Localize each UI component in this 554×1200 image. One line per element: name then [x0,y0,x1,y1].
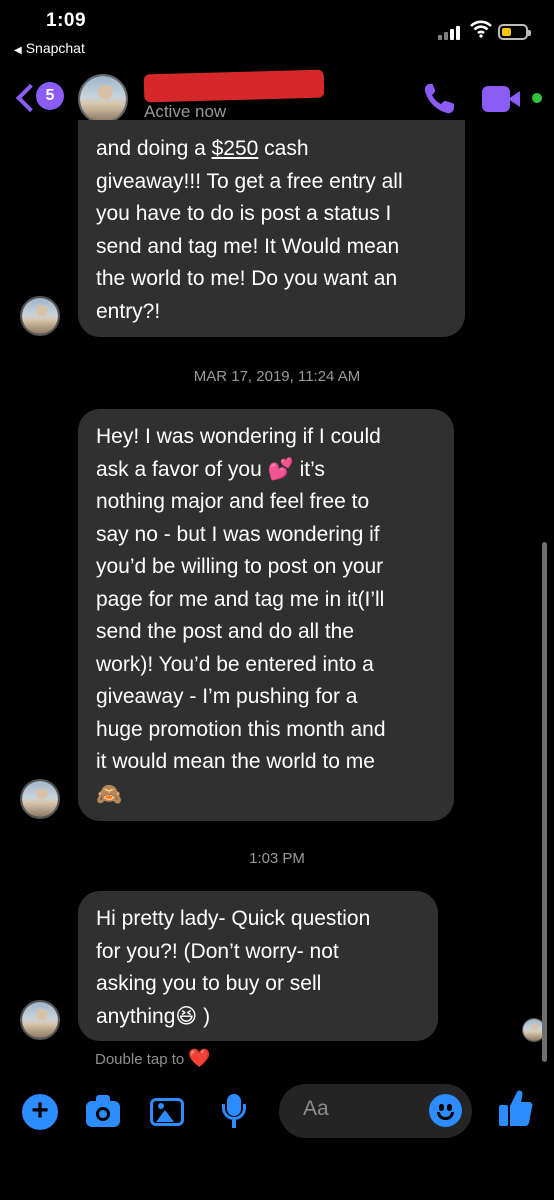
message-bubble[interactable]: and doing a $250 cash giveaway!!! To get… [78,120,465,337]
camera-icon[interactable] [86,1094,122,1130]
online-indicator [530,91,544,105]
back-to-app-link[interactable]: ◀ Snapchat [14,40,85,56]
sender-avatar[interactable] [20,296,60,336]
message-input[interactable]: Aa [279,1084,472,1138]
thumbs-up-icon[interactable] [498,1088,534,1128]
message-text: cash giveaway!!! To get a free entry all… [96,137,403,323]
plus-icon[interactable]: + [22,1094,58,1130]
heart-icon: ❤️ [188,1048,211,1068]
back-button[interactable]: 5 [14,80,64,114]
message-bubble[interactable]: Hey! I was wondering if I could ask a fa… [78,409,454,821]
message-input-placeholder: Aa [303,1097,329,1120]
message-text: and doing a [96,137,212,160]
contact-avatar[interactable] [78,74,128,124]
contact-status: Active now [144,102,227,121]
amount-link[interactable]: $250 [212,137,259,160]
contact-name-redacted[interactable] [143,69,325,103]
wifi-icon [470,20,492,38]
double-tap-hint: Double tap to ❤️ [95,1048,211,1069]
hint-text: Double tap to [95,1051,185,1068]
scrollbar[interactable] [542,542,547,1062]
phone-call-icon[interactable] [422,82,458,116]
video-call-icon[interactable] [482,86,526,112]
back-app-label: Snapchat [25,40,85,56]
message-timestamp: MAR 17, 2019, 11:24 AM [193,368,361,385]
cellular-signal-icon [438,24,464,40]
image-icon[interactable] [150,1094,186,1130]
battery-icon [498,24,531,40]
microphone-icon[interactable] [218,1094,254,1130]
message-timestamp: 1:03 PM [249,850,305,867]
message-bubble[interactable]: Hi pretty lady- Quick question for you?!… [78,891,438,1041]
sender-avatar[interactable] [20,1000,60,1040]
emoji-icon[interactable] [429,1094,462,1127]
status-time: 1:09 [46,10,87,31]
sender-avatar[interactable] [20,779,60,819]
back-triangle-icon: ◀ [14,45,22,56]
unread-count-badge: 5 [36,82,64,110]
